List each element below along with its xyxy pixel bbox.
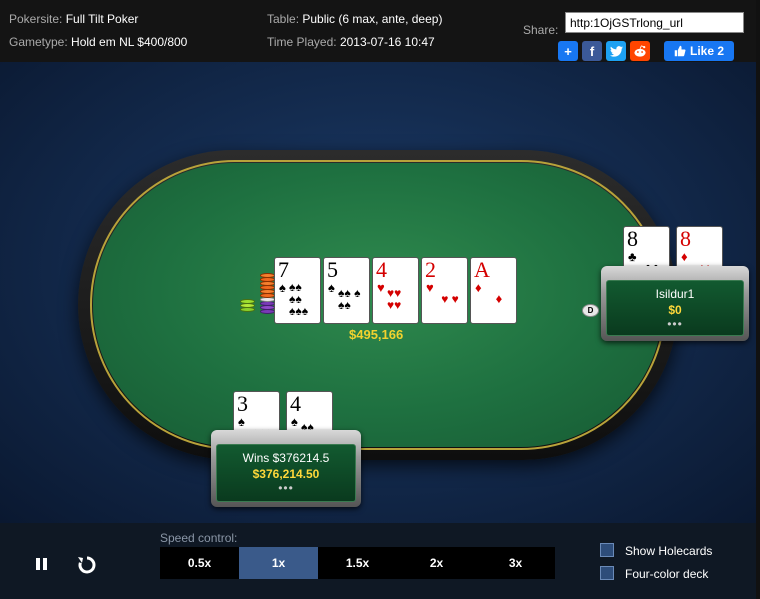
four-color-deck-checkbox[interactable]: [600, 566, 614, 580]
speed-selector: 0.5x 1x 1.5x 2x 3x: [160, 547, 555, 579]
more-dots-icon: •••: [667, 317, 683, 331]
player-name: Isildur1: [655, 287, 695, 301]
share-url-input[interactable]: [565, 12, 744, 33]
share-label: Share:: [523, 23, 559, 37]
facebook-like-button[interactable]: Like 2: [664, 41, 734, 61]
share-reddit-button[interactable]: [630, 41, 650, 61]
replay-button[interactable]: [76, 554, 96, 574]
board-card-2: 5 ♠ ♠♠ ♠ ♠♠: [323, 257, 370, 324]
plus-icon: +: [564, 43, 572, 59]
pokersite-value: Full Tilt Poker: [65, 12, 139, 26]
gametype-value: Hold em NL $400/800: [71, 35, 188, 49]
player-seat-bottom[interactable]: Wins $376214.5 $376,214.50 •••: [211, 430, 361, 507]
card-pips: ♦: [495, 290, 503, 306]
table-label: Table:: [267, 12, 300, 26]
pause-icon: [36, 558, 47, 570]
player-stack: $376,214.50: [252, 467, 320, 481]
speed-3x-button[interactable]: 3x: [476, 547, 555, 579]
twitter-icon: [609, 45, 623, 57]
four-color-deck-label: Four-color deck: [625, 567, 709, 581]
pot-amount: $495,166: [349, 327, 404, 342]
player-stack: $0: [668, 303, 682, 317]
seat-panel: Isildur1 $0 •••: [606, 280, 744, 336]
board-card-3: 4 ♥ ♥♥ ♥♥: [372, 257, 419, 324]
card-pips: ♥♥ ♥♥: [387, 285, 402, 312]
replay-icon: [78, 556, 96, 574]
board-card-1: 7 ♠ ♠♠ ♠♠ ♠♠♠: [274, 257, 321, 324]
more-dots-icon: •••: [278, 481, 294, 495]
table-info: Table: Public (6 max, ante, deep): [267, 12, 442, 26]
right-border: [756, 0, 760, 599]
gametype-label: Gametype:: [9, 35, 68, 49]
speed-control-label: Speed control:: [160, 531, 238, 545]
time-label: Time Played:: [267, 35, 337, 49]
playback-controls: Speed control: 0.5x 1x 1.5x 2x 3x Show H…: [0, 523, 760, 599]
speed-1x-button[interactable]: 1x: [239, 547, 318, 579]
time-value: 2013-07-16 10:47: [339, 35, 435, 49]
pokersite-info: Pokersite: Full Tilt Poker: [9, 12, 138, 26]
facebook-icon: f: [589, 43, 595, 59]
speed-1.5x-button[interactable]: 1.5x: [318, 547, 397, 579]
board-card-4: 2 ♥ ♥ ♥: [421, 257, 468, 324]
card-pips: ♠♠ ♠ ♠♠: [338, 285, 361, 312]
time-info: Time Played: 2013-07-16 10:47: [267, 35, 435, 49]
speed-0.5x-button[interactable]: 0.5x: [160, 547, 239, 579]
reddit-icon: [634, 45, 646, 57]
card-pips: ♠♠ ♠♠ ♠♠♠: [289, 279, 309, 318]
card-pips: ♥ ♥: [441, 291, 459, 306]
share-twitter-button[interactable]: [606, 41, 626, 61]
show-holecards-checkbox[interactable]: [600, 543, 614, 557]
table-value: Public (6 max, ante, deep): [302, 12, 443, 26]
share-facebook-button[interactable]: f: [582, 41, 602, 61]
speed-2x-button[interactable]: 2x: [397, 547, 476, 579]
thumbs-up-icon: [674, 45, 686, 57]
like-label: Like 2: [689, 44, 725, 58]
board-card-5: A ♦ ♦: [470, 257, 517, 324]
show-holecards-label: Show Holecards: [625, 544, 713, 558]
seat-panel: Wins $376214.5 $376,214.50 •••: [216, 444, 356, 502]
gametype-info: Gametype: Hold em NL $400/800: [9, 35, 187, 49]
player-seat-right[interactable]: Isildur1 $0 •••: [601, 266, 749, 341]
header-bar: Pokersite: Full Tilt Poker Gametype: Hol…: [0, 0, 760, 62]
pokersite-label: Pokersite:: [9, 12, 63, 26]
pause-button[interactable]: [32, 554, 52, 574]
player-name: Wins $376214.5: [242, 451, 330, 465]
share-plus-button[interactable]: +: [558, 41, 578, 61]
dealer-button: D: [582, 304, 599, 317]
